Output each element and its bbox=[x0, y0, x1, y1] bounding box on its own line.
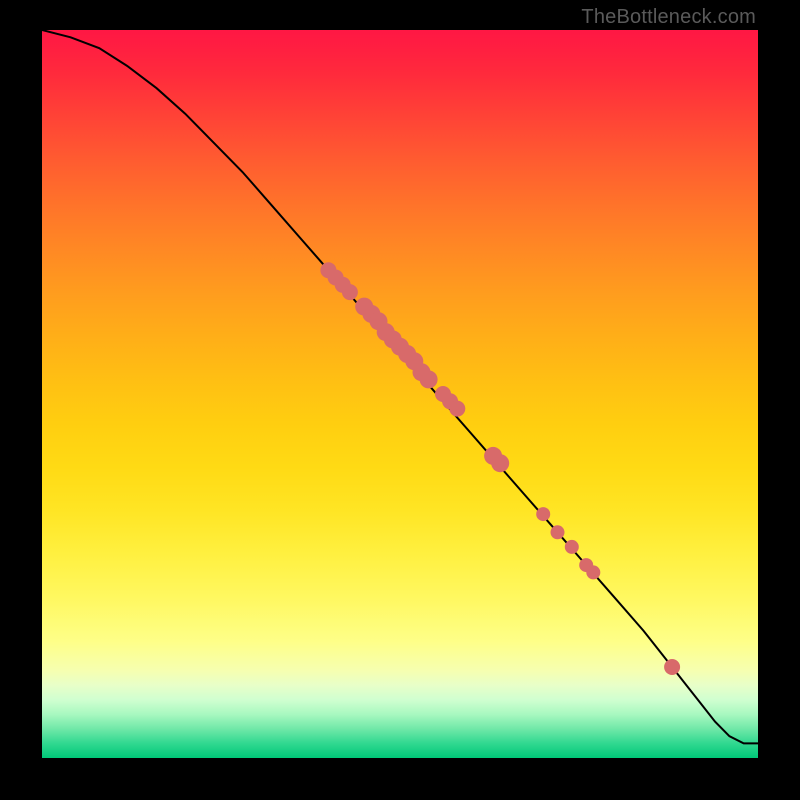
bottleneck-curve bbox=[42, 30, 758, 743]
data-point bbox=[664, 659, 680, 675]
data-point bbox=[536, 507, 550, 521]
data-point bbox=[342, 284, 358, 300]
data-point bbox=[565, 540, 579, 554]
watermark-text: TheBottleneck.com bbox=[581, 6, 756, 29]
data-point bbox=[420, 370, 438, 388]
data-point bbox=[491, 454, 509, 472]
highlight-dots bbox=[320, 262, 680, 675]
chart-frame: TheBottleneck.com bbox=[0, 0, 800, 800]
data-point bbox=[586, 565, 600, 579]
chart-overlay bbox=[42, 30, 758, 758]
data-point bbox=[449, 401, 465, 417]
data-point bbox=[551, 525, 565, 539]
